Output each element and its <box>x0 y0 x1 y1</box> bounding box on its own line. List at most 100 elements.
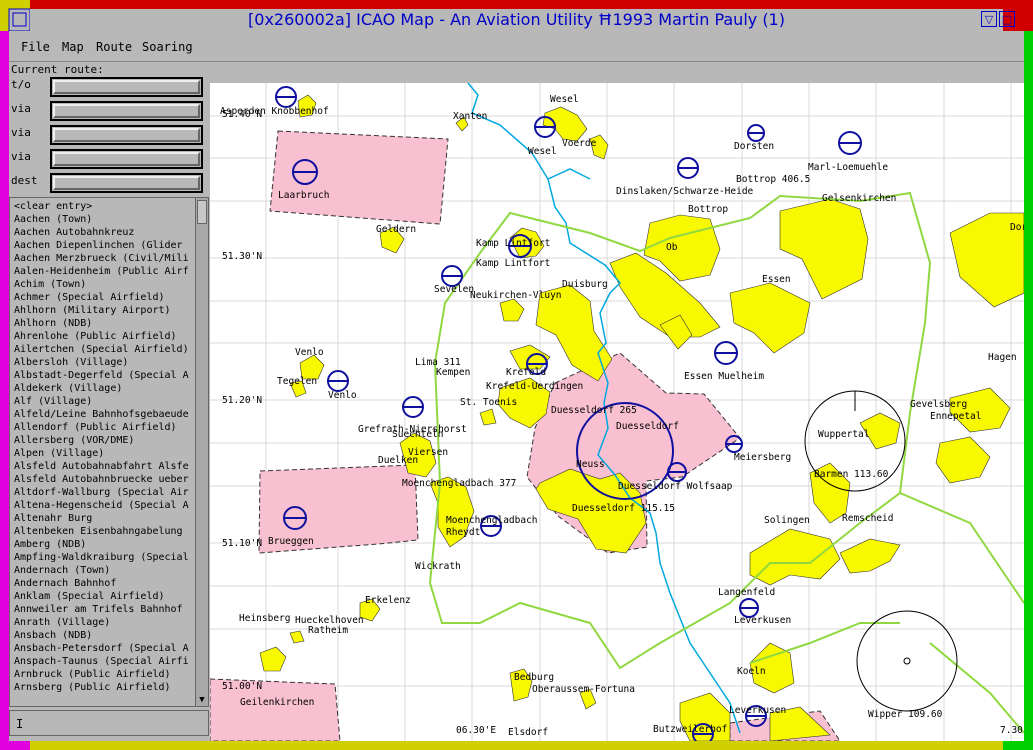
svg-text:St. Toenis: St. Toenis <box>460 397 517 408</box>
svg-text:Dorsten: Dorsten <box>734 141 774 152</box>
list-item[interactable]: Allersberg (VOR/DME) <box>14 434 189 447</box>
list-item[interactable]: Alsfeld Autobahnbruecke ueber <box>14 473 189 486</box>
list-item[interactable]: Ansbach (NDB) <box>14 629 189 642</box>
app-client: File Map Route Soaring Current route: t/… <box>9 31 1024 741</box>
svg-text:Duelken: Duelken <box>378 455 418 466</box>
list-item[interactable]: Altena-Hegenscheid (Special A <box>14 499 189 512</box>
svg-text:Rheydt: Rheydt <box>446 527 480 538</box>
list-item[interactable]: Ahrenlohe (Public Airfield) <box>14 330 189 343</box>
list-item[interactable]: Albstadt-Degerfeld (Special A <box>14 369 189 382</box>
list-item[interactable]: Altenbeken Eisenbahngabelung <box>14 525 189 538</box>
entry-list-items: <clear entry> Aachen (Town) Aachen Autobah… <box>10 198 208 694</box>
svg-text:Venlo: Venlo <box>295 347 324 358</box>
scroll-down-arrow[interactable]: ▼ <box>196 694 208 706</box>
list-item[interactable]: Alpen (Village) <box>14 447 189 460</box>
svg-text:Ennepetal: Ennepetal <box>930 411 981 422</box>
svg-text:51.20'N: 51.20'N <box>222 395 262 406</box>
list-item[interactable]: Aachen Merzbrueck (Civil/Mili <box>14 252 189 265</box>
list-item[interactable]: Arnsberg (Public Airfield) <box>14 681 189 694</box>
list-item[interactable]: Altdorf-Wallburg (Special Air <box>14 486 189 499</box>
list-item[interactable]: Amberg (NDB) <box>14 538 189 551</box>
text-cursor: I <box>16 717 24 731</box>
map-canvas[interactable]: Asperden Knobbenhof Xanten Wesel Wesel V… <box>210 83 1024 741</box>
route-field-to[interactable] <box>50 77 203 97</box>
list-item[interactable]: Alfeld/Leine Bahnhofsgebaeude <box>14 408 189 421</box>
svg-text:Essen Muelheim: Essen Muelheim <box>684 371 764 382</box>
svg-text:Meiersberg: Meiersberg <box>734 452 791 463</box>
list-item[interactable]: Anspach-Taunus (Special Airfi <box>14 655 189 668</box>
list-item[interactable]: Aachen Diepenlinchen (Glider <box>14 239 189 252</box>
svg-text:Tegelen: Tegelen <box>277 376 317 387</box>
list-item[interactable]: Alf (Village) <box>14 395 189 408</box>
menu-soaring[interactable]: Soaring <box>142 40 193 54</box>
maximize-button[interactable]: □ <box>999 11 1015 27</box>
route-field-via-2[interactable] <box>50 125 203 145</box>
list-item[interactable]: Andernach Bahnhof <box>14 577 189 590</box>
route-field-via-1[interactable] <box>50 101 203 121</box>
list-item[interactable]: Albersloh (Village) <box>14 356 189 369</box>
menu-route[interactable]: Route <box>96 40 132 54</box>
svg-text:Duesseldorf: Duesseldorf <box>616 421 679 432</box>
svg-text:Bedburg: Bedburg <box>514 672 554 683</box>
route-field-via-3[interactable] <box>50 149 203 169</box>
list-item[interactable]: Alsfeld Autobahnabfahrt Alsfe <box>14 460 189 473</box>
svg-text:Kamp Lintfort: Kamp Lintfort <box>476 238 550 249</box>
svg-text:Gelsenkirchen: Gelsenkirchen <box>822 193 896 204</box>
svg-text:Wipper 109.60: Wipper 109.60 <box>868 709 943 720</box>
route-heading: Current route: <box>11 63 104 76</box>
list-item[interactable]: Achim (Town) <box>14 278 189 291</box>
scroll-thumb[interactable] <box>197 200 207 224</box>
svg-text:Suechteln: Suechteln <box>392 429 443 440</box>
svg-text:Leverkusen: Leverkusen <box>729 705 786 716</box>
svg-text:Butzweilerhof: Butzweilerhof <box>653 724 727 735</box>
svg-text:Duesseldorf 115.15: Duesseldorf 115.15 <box>572 503 675 514</box>
svg-text:Krefeld: Krefeld <box>506 367 546 378</box>
list-item[interactable]: Andernach (Town) <box>14 564 189 577</box>
route-label-to: t/o <box>11 78 31 91</box>
svg-text:Venlo: Venlo <box>328 390 357 401</box>
svg-text:Moenchengladbach: Moenchengladbach <box>446 515 538 526</box>
menu-map[interactable]: Map <box>62 40 84 54</box>
route-label-via-1: via <box>11 102 31 115</box>
title-bar[interactable]: [0x260002a] ICAO Map - An Aviation Utili… <box>30 9 1015 31</box>
svg-text:51.40'N: 51.40'N <box>222 109 262 120</box>
svg-text:Dort: Dort <box>1010 222 1024 233</box>
svg-text:Duesseldorf Wolfsaap: Duesseldorf Wolfsaap <box>618 481 733 492</box>
list-item[interactable]: Aldekerk (Village) <box>14 382 189 395</box>
svg-text:Geilenkirchen: Geilenkirchen <box>240 697 314 708</box>
route-field-dest[interactable] <box>50 173 203 193</box>
minimize-button[interactable]: ▽ <box>981 11 997 27</box>
svg-text:Oberaussem-Fortuna: Oberaussem-Fortuna <box>532 684 635 695</box>
svg-text:Gevelsberg: Gevelsberg <box>910 399 967 410</box>
list-item[interactable]: Achmer (Special Airfield) <box>14 291 189 304</box>
list-item[interactable]: Arnbruck (Public Airfield) <box>14 668 189 681</box>
entry-input[interactable]: I <box>9 710 209 736</box>
list-item[interactable]: Ampfing-Waldkraiburg (Special <box>14 551 189 564</box>
menu-bar: File Map Route Soaring <box>9 31 1024 62</box>
svg-text:Kempen: Kempen <box>436 367 470 378</box>
svg-text:Essen: Essen <box>762 274 791 285</box>
list-item[interactable]: Anrath (Village) <box>14 616 189 629</box>
list-item[interactable]: Ahlhorn (Military Airport) <box>14 304 189 317</box>
list-scrollbar[interactable]: ▼ <box>195 198 208 706</box>
list-item[interactable]: Ahlhorn (NDB) <box>14 317 189 330</box>
list-item[interactable]: Ansbach-Petersdorf (Special A <box>14 642 189 655</box>
svg-text:Langenfeld: Langenfeld <box>718 587 775 598</box>
list-item[interactable]: <clear entry> <box>14 200 189 213</box>
svg-text:Koeln: Koeln <box>737 666 766 677</box>
menu-file[interactable]: File <box>21 40 50 54</box>
list-item[interactable]: Aachen (Town) <box>14 213 189 226</box>
svg-text:Duisburg: Duisburg <box>562 279 608 290</box>
list-item[interactable]: Altenahr Burg <box>14 512 189 525</box>
list-item[interactable]: Annweiler am Trifels Bahnhof <box>14 603 189 616</box>
list-item[interactable]: Allendorf (Public Airfield) <box>14 421 189 434</box>
svg-text:Sevelen: Sevelen <box>434 284 474 295</box>
entry-list[interactable]: <clear entry> Aachen (Town) Aachen Autobah… <box>9 197 209 707</box>
list-item[interactable]: Aalen-Heidenheim (Public Airf <box>14 265 189 278</box>
map-view[interactable]: Asperden Knobbenhof Xanten Wesel Wesel V… <box>210 83 1024 741</box>
list-item[interactable]: Aachen Autobahnkreuz <box>14 226 189 239</box>
list-item[interactable]: Ailertchen (Special Airfield) <box>14 343 189 356</box>
svg-text:Wesel: Wesel <box>550 94 579 105</box>
svg-text:Krefeld-Uerdingen: Krefeld-Uerdingen <box>486 381 583 392</box>
list-item[interactable]: Anklam (Special Airfield) <box>14 590 189 603</box>
